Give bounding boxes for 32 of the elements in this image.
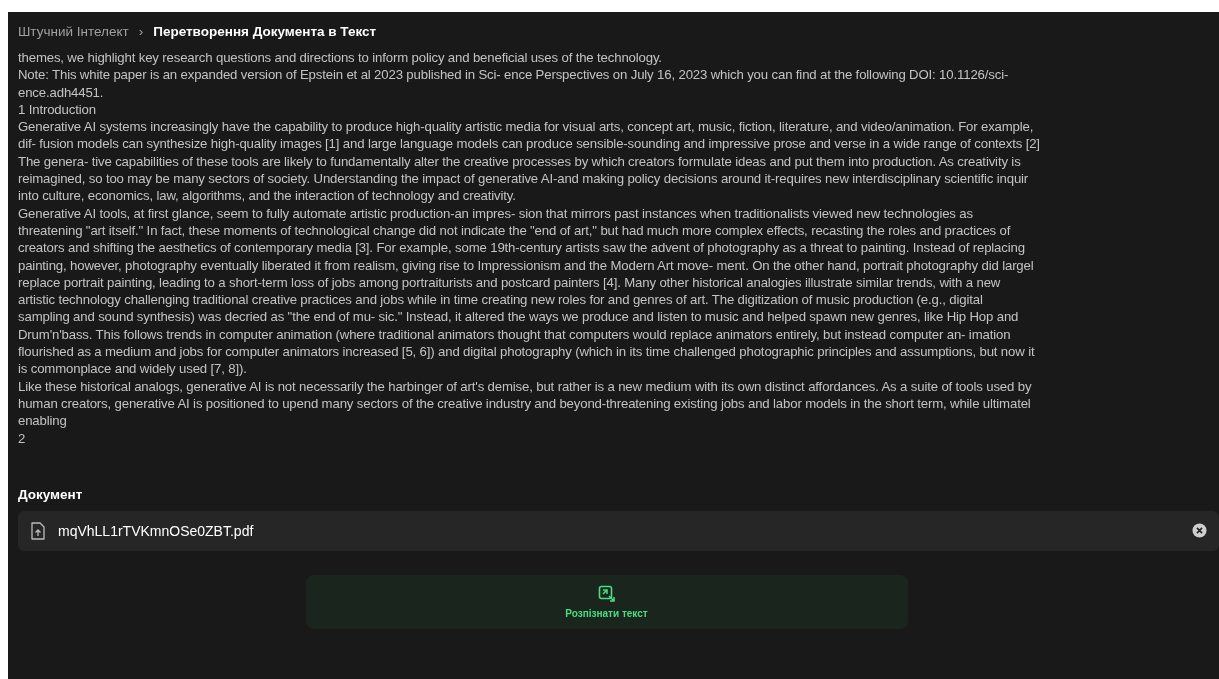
text-line: Like these historical analogs, generative AI is not necessarily the harbinger of art's demise, but rather is a new medium with its own distinct affordances. As a suite of tools used by [18, 377, 1032, 395]
text-line: Generative AI tools, at first glance, seem to fully automate artistic production-an impres- sion that mirrors past instances when traditionalists viewed new technologies as [18, 204, 973, 222]
breadcrumb-item: Перетворення Документа в Текст [153, 23, 377, 39]
text-line: flourished as a medium and jobs for computer animators increased [5, 6]) and digital photography (which in its time challenged photographic principles and assumptions, but now it [18, 343, 1035, 361]
text-line: into culture, economics, law, algorithms, and the interaction of technology and creativity. [18, 187, 516, 205]
text-line: Drum'n'bass. This follows trends in computer animation (where traditional animators thought that computers would replace animators entirely, but instead computer an- imation [18, 325, 1011, 344]
text-line: artistic technology challenging traditional creative practices and jobs while in time creating new roles for and genres of art. The digitization of music production (e.g., digital [18, 291, 983, 309]
text-line: sampling and sound synthesis) was decried as "the end of mu- sic." Instead, it altered the ways we produce and listen to music and helped spawn new genres, like Hip Hop and [18, 308, 1019, 326]
field-label: Документ [18, 486, 84, 502]
breadcrumb-separator: › [138, 23, 144, 39]
file-field[interactable]: mqVhLL1rTVKmnOSe0ZBT.pdf [18, 510, 1219, 551]
text-line: Note: This white paper is an expanded version of Epstein et al 2023 published in Sci- ence Perspectives on July 16, 2023 which you can find at the following DOI: 10.1126/sci- [18, 66, 1009, 84]
text-line: dif- fusion models can synthesize high-quality images [1] and large language models can produce sensible-sounding and impressive prose and verse in a wide range of contexts [2] [18, 135, 1040, 153]
text-line: replace portrait painting, leading to a short-term loss of jobs among portraiturists and postcard painters [4]. Many other historical analogies illustrate similar trends, with a new [18, 273, 1001, 292]
file-upload-icon [30, 521, 46, 540]
text-line: themes, we highlight key research questions and directions to inform policy and beneficial uses of the technology. [18, 49, 662, 67]
text-line: ence.adh4451. [18, 83, 104, 101]
breadcrumb-item[interactable]: Штучний Інтелект [18, 23, 129, 39]
text-line: painting, however, photography eventually liberated it from realism, giving rise to Impressionism and the Modern Art move- ment. On the other hand, portrait photography did largel [18, 256, 1034, 274]
text-line: Generative AI systems increasingly have the capability to produce high-quality artistic media for visual arts, concept art, music, fiction, literature, and video/animation. For example, [18, 118, 1034, 136]
text-line: reimagined, so too may be many sectors of society. Understanding the impact of generative AI-and making policy decisions around it-requires new interdisciplinary scientific inquir [18, 170, 1029, 188]
text-line: is commonplace and widely used [7, 8]). [18, 360, 247, 378]
clear-icon[interactable] [1192, 523, 1207, 539]
text-line: enabling [18, 412, 67, 430]
text-line: threatening "art itself." In fact, these moments of technological change did not indicate the "end of art," but had much more complex effects, recasting the roles and practices of [18, 221, 1011, 240]
text-line: human creators, generative AI is positioned to upend many sectors of the creative industry and beyond-threatening existing jobs and labor models in the short term, while ultimatel [18, 394, 1031, 413]
image-arrow-icon [597, 584, 616, 603]
text-line: 1 Introduction [18, 100, 96, 119]
text-line: creators and shifting the aesthetics of contemporary media [3]. For example, some 19th-century artists saw the advent of photography as a threat to painting. Instead of replacing [18, 239, 1025, 257]
recognize-text-button[interactable]: Розпізнати текст [305, 574, 908, 629]
text-line: The genera- tive capabilities of these tools are likely to fundamentally alter the creative processes by which creators formulate ideas and put them into production. As creativity is [18, 152, 1021, 171]
text-line: 2 [18, 429, 26, 447]
